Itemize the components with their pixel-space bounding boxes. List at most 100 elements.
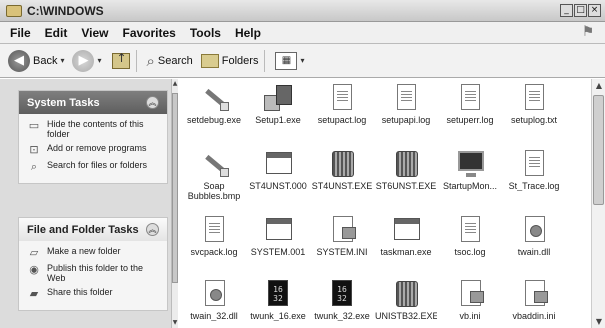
log-file-icon-shape: [333, 84, 352, 110]
task-add-remove-programs[interactable]: ⊡ Add or remove programs: [27, 143, 161, 156]
task-label: Search for files or folders: [47, 160, 148, 170]
minimize-button[interactable]: _: [560, 4, 573, 17]
menu-file[interactable]: File: [10, 26, 31, 40]
file-item[interactable]: 16 32 twunk_32.exe: [311, 279, 373, 321]
task-make-new-folder[interactable]: ▱ Make a new folder: [27, 246, 161, 259]
menu-edit[interactable]: Edit: [45, 26, 68, 40]
window-title: C:\WINDOWS: [27, 3, 104, 18]
task-search-files[interactable]: ⌕ Search for files or folders: [27, 160, 161, 173]
task-label: Add or remove programs: [47, 143, 147, 153]
file-name: setdebug.exe: [186, 115, 242, 125]
file-list-scroll-thumb[interactable]: [593, 95, 604, 205]
scroll-up-icon[interactable]: ▲: [592, 79, 605, 92]
file-item[interactable]: setupact.log: [311, 83, 373, 125]
up-folder-button[interactable]: [111, 51, 130, 69]
file-folder-tasks-panel: File and Folder Tasks ︽ ▱ Make a new fol…: [18, 217, 168, 311]
scroll-down-icon[interactable]: ▼: [592, 315, 605, 328]
hide-contents-icon: ▭: [28, 119, 40, 132]
file-item[interactable]: Soap Bubbles.bmp: [183, 149, 245, 201]
chevron-down-icon: ▾: [60, 56, 65, 65]
file-item[interactable]: StartupMon...: [439, 149, 501, 191]
log-file-icon-shape: [205, 216, 224, 242]
monitor-icon: [454, 149, 486, 179]
file-item[interactable]: setupapi.log: [375, 83, 437, 125]
file-folder-tasks-header[interactable]: File and Folder Tasks ︽: [19, 218, 167, 241]
file-item[interactable]: setuplog.txt: [503, 83, 565, 125]
file-item[interactable]: twain.dll: [503, 215, 565, 257]
task-hide-contents[interactable]: ▭ Hide the contents of this folder: [27, 119, 161, 139]
file-item[interactable]: SYSTEM.001: [247, 215, 309, 257]
monitor-icon-shape: [458, 151, 484, 177]
add-remove-programs-icon: ⊡: [29, 143, 39, 156]
system-tasks-panel: System Tasks ︽ ▭ Hide the contents of th…: [18, 90, 168, 184]
file-name: SYSTEM.001: [250, 247, 306, 257]
text-file-icon-shape: [525, 84, 544, 110]
menu-favorites[interactable]: Favorites: [122, 26, 175, 40]
file-item[interactable]: 16 32 twunk_16.exe: [247, 279, 309, 321]
views-button[interactable]: ▦ ▾: [275, 51, 305, 70]
file-name: UNISTB32.EXE: [375, 311, 437, 321]
menu-view[interactable]: View: [81, 26, 108, 40]
task-label: Hide the contents of this folder: [47, 119, 144, 139]
file-name: twunk_16.exe: [250, 311, 306, 321]
file-item[interactable]: tsoc.log: [439, 215, 501, 257]
setup-debug-icon: [198, 83, 230, 113]
file-item[interactable]: ST4UNST.EXE: [311, 149, 373, 191]
data-file-icon: [262, 215, 294, 245]
forward-button[interactable]: ▶ ▾: [72, 49, 102, 72]
menu-bar: File Edit View Favorites Tools Help ⚑: [0, 22, 605, 44]
file-item[interactable]: UNISTB32.EXE: [375, 279, 437, 321]
ini-file-icon: [454, 279, 486, 309]
task-publish-web[interactable]: ◉ Publish this folder to the Web: [27, 263, 161, 283]
back-button[interactable]: ◀ Back ▾: [8, 49, 65, 72]
file-list-scrollbar[interactable]: ▲ ▼: [591, 79, 605, 328]
collapse-icon[interactable]: ︽: [146, 223, 159, 236]
data-file-icon-shape: [266, 218, 292, 240]
setup-exe-icon-shape: [264, 85, 292, 111]
search-button[interactable]: ⌕ Search: [147, 52, 193, 70]
views-icon: ▦: [275, 51, 298, 70]
title-bar[interactable]: C:\WINDOWS _ □ ×: [0, 0, 605, 22]
recycle-exe-icon: [390, 149, 422, 179]
file-item[interactable]: SYSTEM.INI: [311, 215, 373, 257]
folders-label: Folders: [221, 54, 259, 67]
file-item[interactable]: setdebug.exe: [183, 83, 245, 125]
collapse-icon[interactable]: ︽: [146, 96, 159, 109]
bitmap-icon-shape: [202, 152, 229, 177]
task-pane-scrollbar[interactable]: ▲ ▼: [171, 79, 178, 328]
file-item[interactable]: vb.ini: [439, 279, 501, 321]
log-file-icon: [454, 83, 486, 113]
file-item[interactable]: ST4UNST.000: [247, 149, 309, 191]
windows-logo-icon: ⚑: [581, 24, 595, 40]
dll-file-icon: [518, 215, 550, 245]
file-item[interactable]: setuperr.log: [439, 83, 501, 125]
close-button[interactable]: ×: [588, 4, 601, 17]
file-name: vb.ini: [459, 311, 481, 321]
task-share-folder[interactable]: ▰ Share this folder: [27, 287, 161, 300]
log-file-icon-shape: [461, 216, 480, 242]
file-name: twunk_32.exe: [314, 311, 370, 321]
file-item[interactable]: Setup1.exe: [247, 83, 309, 125]
search-label: Search: [157, 54, 193, 67]
file-item[interactable]: taskman.exe: [375, 215, 437, 257]
file-name: ST4UNST.000: [249, 181, 307, 191]
up-folder-icon: [111, 51, 130, 69]
file-item[interactable]: svcpack.log: [183, 215, 245, 257]
data-file-icon-shape: [266, 152, 292, 174]
chevron-down-icon: ▾: [300, 56, 305, 65]
folders-button[interactable]: Folders: [200, 53, 259, 68]
file-name: vbaddin.ini: [512, 311, 556, 321]
file-item[interactable]: ST6UNST.EXE: [375, 149, 437, 191]
menu-tools[interactable]: Tools: [190, 26, 221, 40]
system-tasks-list: ▭ Hide the contents of this folder ⊡ Add…: [19, 114, 167, 183]
system-tasks-header[interactable]: System Tasks ︽: [19, 91, 167, 114]
file-item[interactable]: vbaddin.ini: [503, 279, 565, 321]
maximize-button[interactable]: □: [574, 4, 587, 17]
menu-help[interactable]: Help: [235, 26, 261, 40]
dll-file-icon-shape: [525, 216, 545, 242]
file-item[interactable]: twain_32.dll: [183, 279, 245, 321]
toolbar: ◀ Back ▾ ▶ ▾ ⌕ Search Folders ▦ ▾: [0, 44, 605, 78]
dll-file-icon-shape: [205, 280, 225, 306]
file-item[interactable]: St_Trace.log: [503, 149, 565, 191]
ini-file-icon-shape: [333, 216, 356, 242]
